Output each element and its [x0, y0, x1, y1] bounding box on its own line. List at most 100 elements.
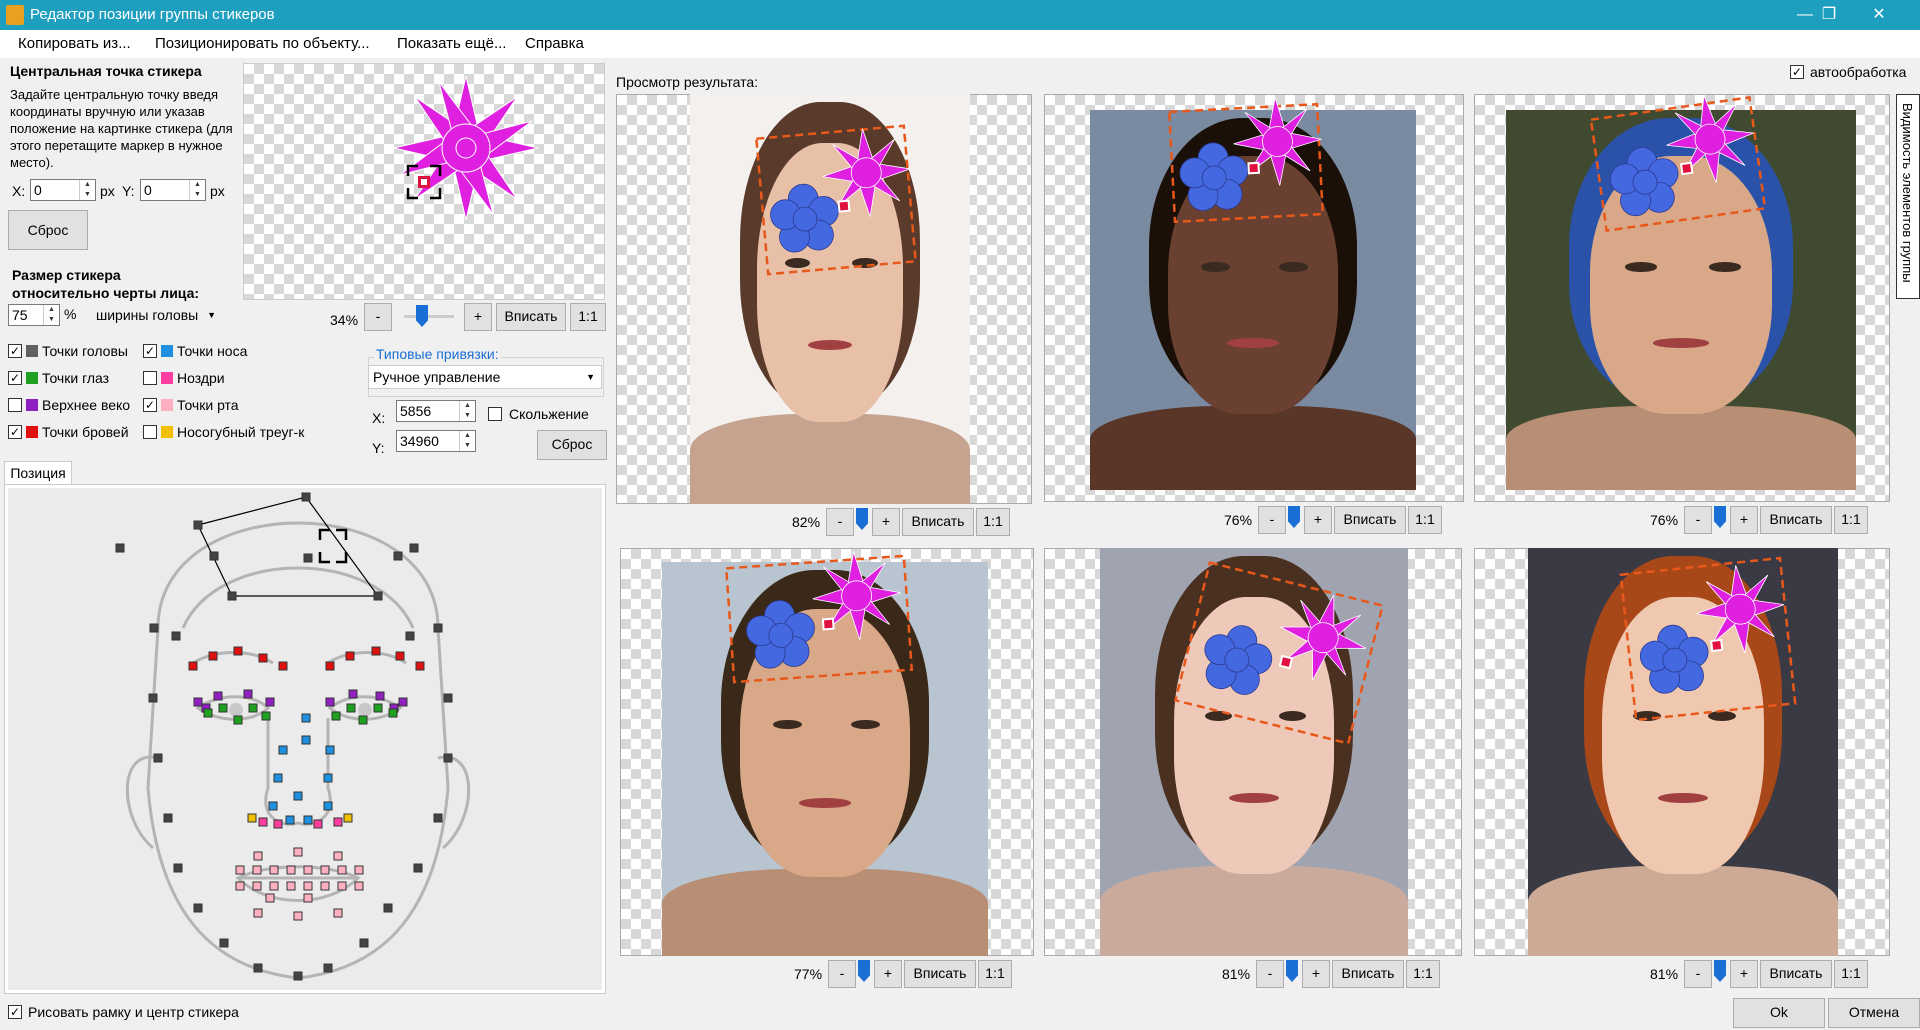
face-point-marker[interactable]: [303, 881, 313, 891]
face-point-marker[interactable]: [323, 963, 333, 973]
face-point-marker[interactable]: [193, 903, 203, 913]
fit-button[interactable]: Вписать: [1332, 960, 1404, 988]
face-point-marker[interactable]: [325, 661, 335, 671]
face-point-marker[interactable]: [383, 903, 393, 913]
point-checkbox[interactable]: ✓: [143, 344, 157, 358]
face-point-marker[interactable]: [303, 815, 313, 825]
face-point-marker[interactable]: [235, 865, 245, 875]
zoom-out-button[interactable]: -: [1684, 506, 1712, 534]
face-point-marker[interactable]: [415, 661, 425, 671]
face-point-marker[interactable]: [333, 908, 343, 918]
binding-reset-button[interactable]: Сброс: [537, 430, 607, 460]
zoom-in-button[interactable]: +: [1730, 960, 1758, 988]
sticker-overlay[interactable]: [1578, 88, 1778, 240]
face-point-marker[interactable]: [269, 881, 279, 891]
zoom-in-button[interactable]: +: [872, 508, 900, 536]
spin-arrows-icon[interactable]: ▲ ▼: [43, 305, 59, 325]
face-point-marker[interactable]: [354, 865, 364, 875]
center-x-input[interactable]: 0 ▲ ▼: [30, 179, 96, 201]
sticker-zoom-thumb[interactable]: [416, 305, 428, 327]
zoom-in-button[interactable]: +: [874, 960, 902, 988]
one-to-one-button[interactable]: 1:1: [976, 508, 1010, 536]
draw-frame-checkbox[interactable]: ✓: [8, 1005, 22, 1019]
face-point-marker[interactable]: [348, 689, 358, 699]
zoom-out-button[interactable]: -: [1256, 960, 1284, 988]
face-point-marker[interactable]: [265, 893, 275, 903]
spin-arrows-icon[interactable]: ▲ ▼: [459, 431, 475, 451]
face-point-marker[interactable]: [313, 819, 323, 829]
face-point-marker[interactable]: [443, 753, 453, 763]
face-point-marker[interactable]: [443, 693, 453, 703]
zoom-thumb[interactable]: [856, 508, 868, 530]
spin-arrows-icon[interactable]: ▲ ▼: [79, 180, 95, 200]
face-point-marker[interactable]: [358, 715, 368, 725]
one-to-one-button[interactable]: 1:1: [1834, 960, 1868, 988]
point-checkbox[interactable]: ✓: [8, 344, 22, 358]
face-point-marker[interactable]: [393, 551, 403, 561]
face-point-marker[interactable]: [343, 813, 353, 823]
face-point-marker[interactable]: [323, 773, 333, 783]
face-point-marker[interactable]: [293, 847, 303, 857]
face-point-marker[interactable]: [233, 646, 243, 656]
face-point-marker[interactable]: [209, 551, 219, 561]
zoom-out-button[interactable]: -: [1258, 506, 1286, 534]
face-point-marker[interactable]: [303, 553, 313, 563]
binding-x-input[interactable]: 5856 ▲ ▼: [396, 400, 476, 422]
sticker-zoom-out-button[interactable]: -: [364, 303, 392, 331]
ok-button[interactable]: Ok: [1733, 998, 1825, 1028]
face-point-marker[interactable]: [293, 971, 303, 981]
zoom-in-button[interactable]: +: [1730, 506, 1758, 534]
face-point-marker[interactable]: [171, 631, 181, 641]
face-point-marker[interactable]: [333, 817, 343, 827]
face-point-marker[interactable]: [293, 791, 303, 801]
face-point-marker[interactable]: [320, 865, 330, 875]
face-point-marker[interactable]: [203, 708, 213, 718]
spin-arrows-icon[interactable]: ▲ ▼: [459, 401, 475, 421]
fit-button[interactable]: Вписать: [1760, 960, 1832, 988]
zoom-thumb[interactable]: [1714, 960, 1726, 982]
face-point-marker[interactable]: [235, 881, 245, 891]
point-checkbox[interactable]: ✓: [8, 425, 22, 439]
face-point-marker[interactable]: [252, 865, 262, 875]
slide-checkbox[interactable]: [488, 407, 502, 421]
spin-arrows-icon[interactable]: ▲ ▼: [189, 180, 205, 200]
face-point-marker[interactable]: [325, 745, 335, 755]
face-point-marker[interactable]: [371, 646, 381, 656]
face-point-marker[interactable]: [323, 801, 333, 811]
face-point-marker[interactable]: [413, 863, 423, 873]
face-point-marker[interactable]: [188, 661, 198, 671]
zoom-thumb[interactable]: [858, 960, 870, 982]
zoom-in-button[interactable]: +: [1304, 506, 1332, 534]
face-point-marker[interactable]: [373, 591, 383, 601]
zoom-in-button[interactable]: +: [1302, 960, 1330, 988]
face-point-marker[interactable]: [153, 753, 163, 763]
sticker-zoom-in-button[interactable]: +: [464, 303, 492, 331]
sticker-overlay[interactable]: [710, 542, 928, 696]
zoom-thumb[interactable]: [1288, 506, 1300, 528]
one-to-one-button[interactable]: 1:1: [978, 960, 1012, 988]
face-point-marker[interactable]: [273, 773, 283, 783]
face-point-marker[interactable]: [333, 851, 343, 861]
face-point-marker[interactable]: [395, 651, 405, 661]
face-point-marker[interactable]: [337, 881, 347, 891]
sticker-overlay[interactable]: [1152, 88, 1340, 238]
face-point-marker[interactable]: [303, 893, 313, 903]
face-point-marker[interactable]: [301, 713, 311, 723]
zoom-out-button[interactable]: -: [826, 508, 854, 536]
face-point-marker[interactable]: [359, 938, 369, 948]
face-point-marker[interactable]: [213, 691, 223, 701]
face-point-marker[interactable]: [208, 651, 218, 661]
face-point-marker[interactable]: [149, 623, 159, 633]
sticker-overlay[interactable]: [1608, 546, 1808, 732]
zoom-out-button[interactable]: -: [1684, 960, 1712, 988]
sticker-preview-canvas[interactable]: [243, 63, 605, 300]
restore-button[interactable]: ❐: [1806, 0, 1852, 30]
menu-position-by-object[interactable]: Позиционировать по объекту...: [155, 35, 370, 52]
face-point-marker[interactable]: [227, 591, 237, 601]
face-point-marker[interactable]: [433, 813, 443, 823]
face-point-marker[interactable]: [331, 711, 341, 721]
face-point-marker[interactable]: [193, 697, 203, 707]
menu-copy-from[interactable]: Копировать из...: [18, 35, 131, 52]
face-point-marker[interactable]: [115, 543, 125, 553]
face-point-marker[interactable]: [346, 703, 356, 713]
